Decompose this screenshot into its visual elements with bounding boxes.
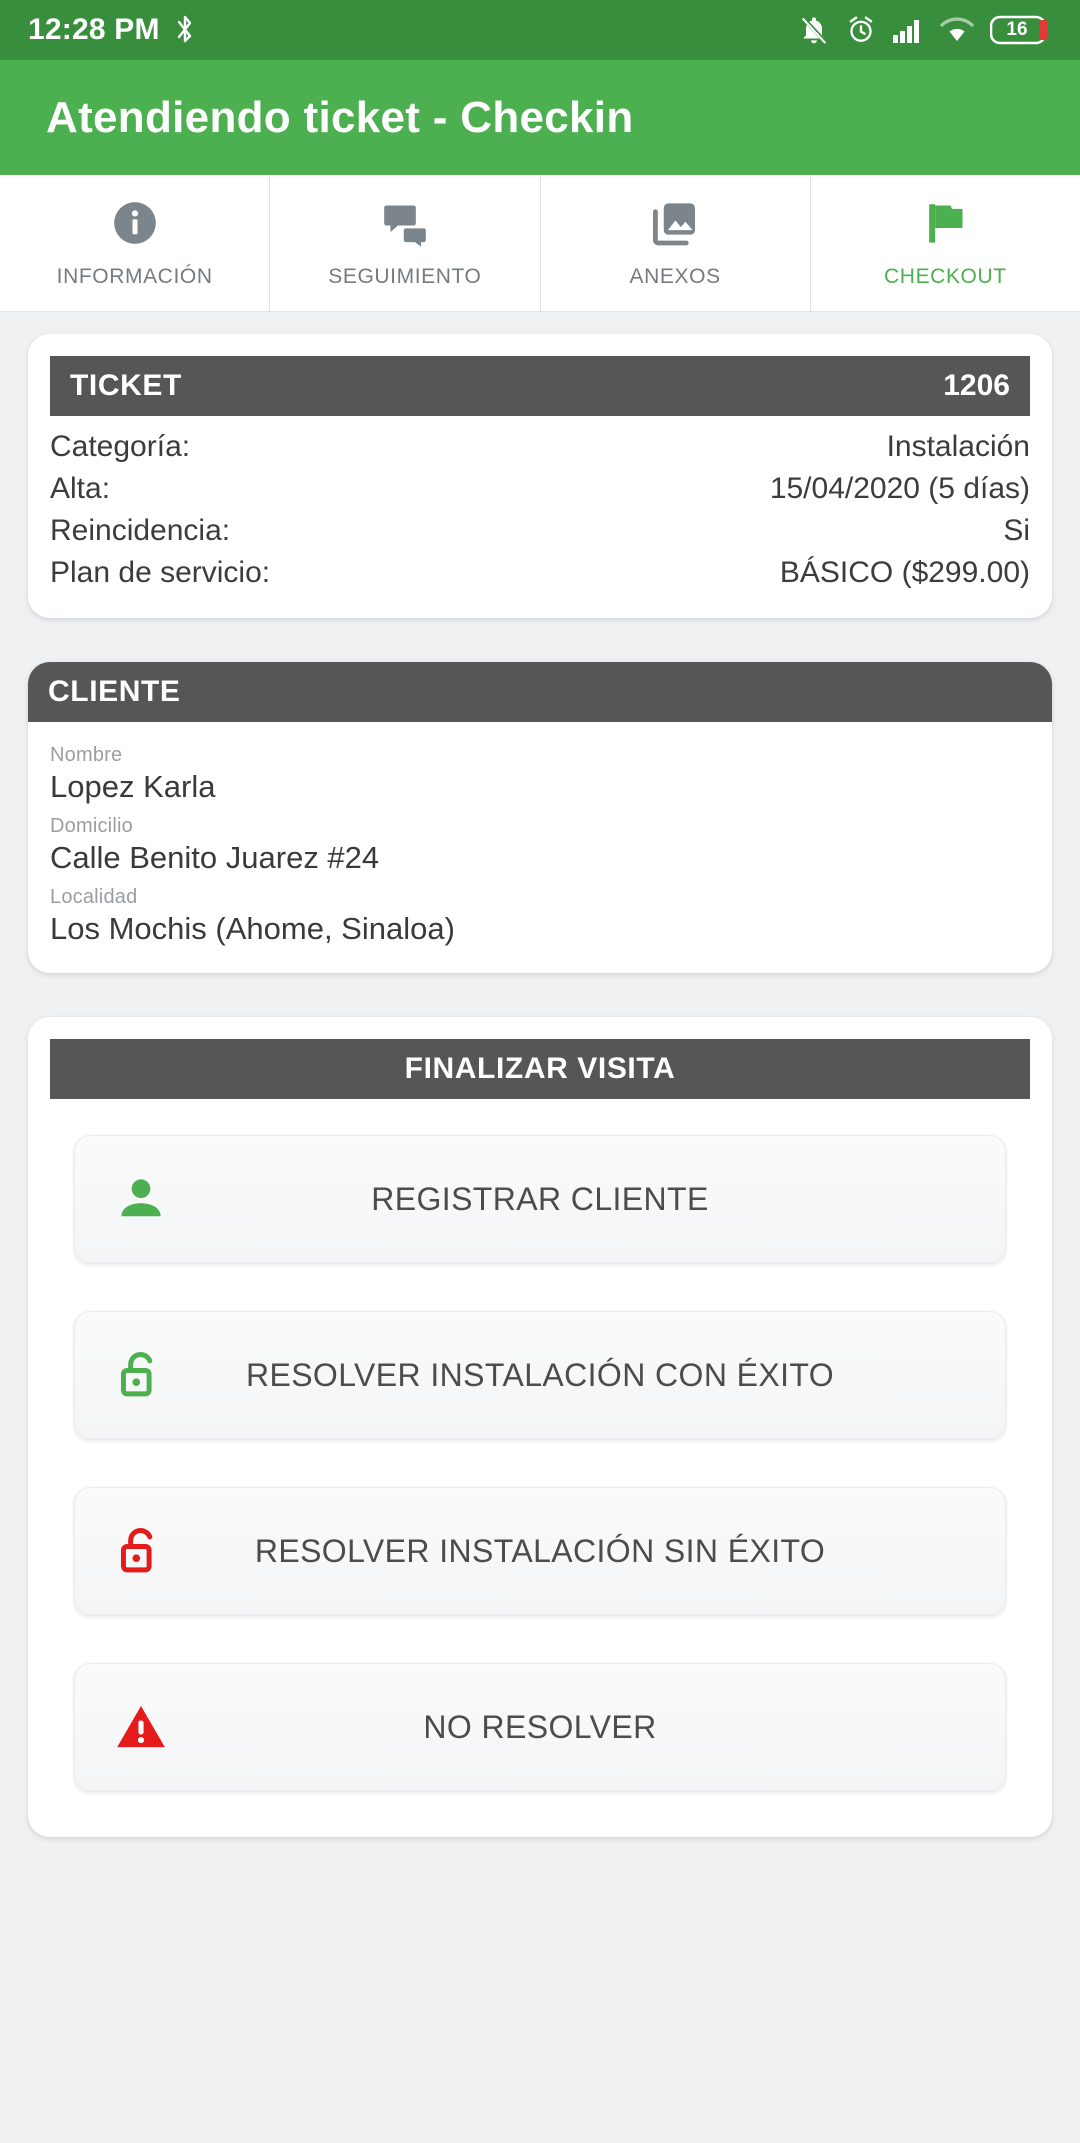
ticket-row-reincidencia-value: Si (1003, 514, 1030, 547)
client-domicilio-value: Calle Benito Juarez #24 (50, 840, 380, 875)
ticket-row-plan: Plan de servicio: BÁSICO ($299.00) (50, 552, 1030, 594)
finalize-visit-card: FINALIZAR VISITA REGISTRAR CLIENTE RESOL… (28, 1017, 1052, 1837)
finalize-visit-actions: REGISTRAR CLIENTE RESOLVER INSTALACIÓN C… (28, 1099, 1052, 1837)
registrar-cliente-button[interactable]: REGISTRAR CLIENTE (74, 1135, 1006, 1263)
flag-icon (920, 197, 970, 249)
no-resolver-button[interactable]: NO RESOLVER (74, 1663, 1006, 1791)
person-icon (109, 1167, 173, 1231)
registrar-cliente-label: REGISTRAR CLIENTE (371, 1180, 709, 1217)
ticket-row-plan-value: BÁSICO ($299.00) (779, 556, 1030, 589)
status-bar-left: 12:28 PM (28, 13, 196, 47)
battery-level: 16 (1006, 19, 1028, 40)
chat-bubbles-icon (380, 197, 430, 249)
lock-open-icon (109, 1519, 173, 1583)
tab-anexos-label: ANEXOS (629, 265, 721, 288)
info-circle-icon (110, 197, 160, 249)
ticket-row-alta-value: 15/04/2020 (5 días) (769, 472, 1030, 505)
tab-anexos[interactable]: ANEXOS (541, 175, 811, 311)
tab-informacion[interactable]: INFORMACIÓN (0, 175, 271, 311)
page-title: Atendiendo ticket - Checkin (46, 92, 634, 142)
ticket-card-body: Categoría: Instalación Alta: 15/04/2020 … (28, 416, 1052, 618)
photo-library-icon (650, 197, 700, 249)
ticket-row-alta: Alta: 15/04/2020 (5 días) (50, 468, 1030, 510)
ticket-row-categoria-key: Categoría: (50, 430, 191, 463)
tab-checkout[interactable]: CHECKOUT (811, 175, 1080, 311)
ticket-row-reincidencia: Reincidencia: Si (50, 510, 1030, 552)
ticket-row-categoria: Categoría: Instalación (50, 426, 1030, 468)
lock-open-icon (109, 1343, 173, 1407)
alarm-icon (846, 15, 876, 45)
client-card-body: Nombre Lopez Karla Domicilio Calle Benit… (28, 722, 1052, 973)
resolver-con-exito-button[interactable]: RESOLVER INSTALACIÓN CON ÉXITO (74, 1311, 1006, 1439)
client-card-title: CLIENTE (48, 675, 181, 708)
bluetooth-icon (174, 14, 196, 46)
warning-triangle-icon (109, 1695, 173, 1759)
scroll-content[interactable]: TICKET 1206 Categoría: Instalación Alta:… (0, 312, 1080, 2143)
client-localidad-label: Localidad (50, 886, 138, 908)
resolver-con-exito-label: RESOLVER INSTALACIÓN CON ÉXITO (245, 1356, 835, 1393)
no-resolver-label: NO RESOLVER (423, 1708, 657, 1745)
ticket-card-header: TICKET 1206 (50, 356, 1030, 416)
client-domicilio-label: Domicilio (50, 815, 133, 837)
client-card: CLIENTE Nombre Lopez Karla Domicilio Cal… (28, 662, 1052, 973)
tab-seguimiento[interactable]: SEGUIMIENTO (270, 175, 541, 311)
resolver-sin-exito-button[interactable]: RESOLVER INSTALACIÓN SIN ÉXITO (74, 1487, 1006, 1615)
ticket-row-plan-key: Plan de servicio: (50, 556, 271, 589)
tab-seguimiento-label: SEGUIMIENTO (328, 265, 482, 288)
tab-bar: INFORMACIÓN SEGUIMIENTO ANEXOS CHECKOUT (0, 175, 1080, 312)
status-bar-right: 16 (798, 14, 1052, 46)
battery-icon: 16 (990, 14, 1052, 46)
notifications-off-icon (798, 14, 830, 46)
ticket-number: 1206 (943, 369, 1010, 402)
tab-informacion-label: INFORMACIÓN (56, 265, 213, 288)
wifi-icon (940, 16, 974, 44)
tab-checkout-label: CHECKOUT (884, 265, 1007, 288)
ticket-row-categoria-value: Instalación (886, 430, 1030, 463)
resolver-sin-exito-label: RESOLVER INSTALACIÓN SIN ÉXITO (254, 1532, 826, 1569)
client-card-header: CLIENTE (28, 662, 1052, 722)
client-nombre-value: Lopez Karla (50, 769, 216, 804)
finalize-visit-title: FINALIZAR VISITA (404, 1052, 676, 1085)
client-localidad-value: Los Mochis (Ahome, Sinaloa) (50, 911, 455, 946)
status-bar: 12:28 PM 16 (0, 0, 1080, 60)
signal-icon (892, 16, 924, 44)
ticket-card: TICKET 1206 Categoría: Instalación Alta:… (28, 334, 1052, 618)
finalize-visit-header: FINALIZAR VISITA (50, 1039, 1030, 1099)
app-bar: Atendiendo ticket - Checkin (0, 60, 1080, 175)
status-time: 12:28 PM (28, 13, 160, 46)
ticket-card-title: TICKET (70, 369, 182, 402)
ticket-row-reincidencia-key: Reincidencia: (50, 514, 231, 547)
ticket-row-alta-key: Alta: (50, 472, 111, 505)
client-nombre-label: Nombre (50, 744, 123, 766)
